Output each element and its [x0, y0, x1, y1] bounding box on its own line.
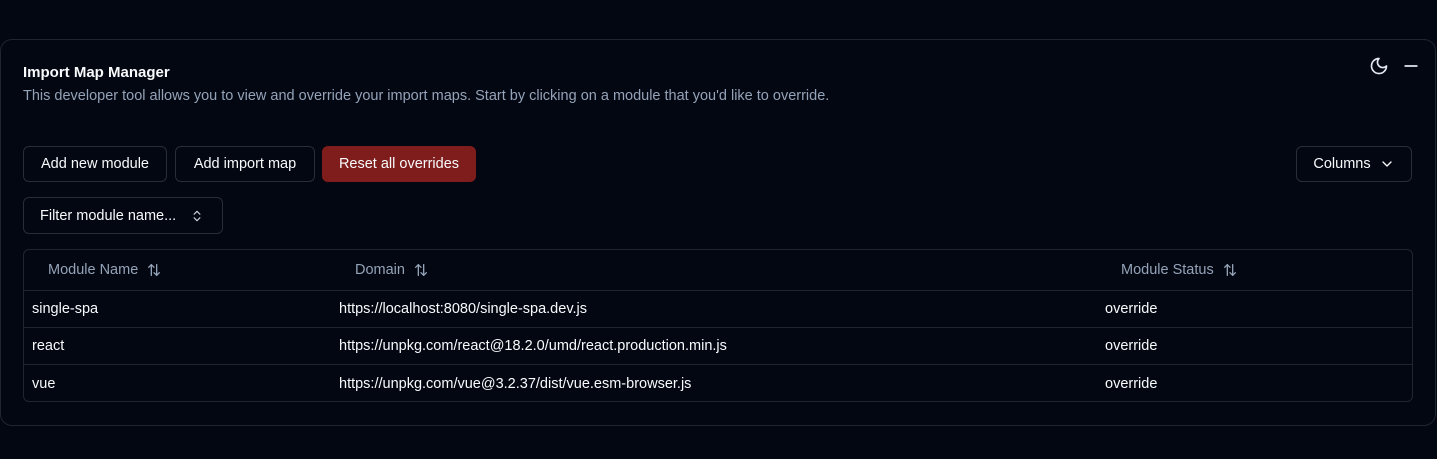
table-row[interactable]: single-spa https://localhost:8080/single… — [24, 291, 1412, 328]
add-import-map-button[interactable]: Add import map — [175, 146, 315, 182]
theme-toggle-button[interactable] — [1367, 54, 1391, 78]
table-row[interactable]: vue https://unpkg.com/vue@3.2.37/dist/vu… — [24, 365, 1412, 401]
table-header-row: Module Name Domain Module Status — [24, 250, 1412, 291]
domain-cell: https://unpkg.com/react@18.2.0/umd/react… — [339, 338, 727, 354]
domain-cell: https://unpkg.com/vue@3.2.37/dist/vue.es… — [339, 375, 692, 392]
column-header-module-name[interactable]: Module Name — [48, 250, 162, 290]
module-name-cell: react — [32, 338, 65, 354]
minus-icon — [1404, 65, 1418, 67]
import-map-manager-panel: Import Map Manager This developer tool a… — [0, 39, 1436, 426]
module-name-cell: vue — [32, 375, 56, 392]
filter-label: Filter module name... — [40, 207, 177, 224]
moon-icon — [1370, 57, 1388, 75]
chevron-down-icon — [1379, 156, 1395, 172]
sort-icon — [413, 262, 429, 278]
column-header-domain[interactable]: Domain — [355, 250, 429, 290]
minimize-button[interactable] — [1399, 54, 1423, 78]
sort-icon — [146, 262, 162, 278]
reset-all-overrides-button[interactable]: Reset all overrides — [322, 146, 476, 182]
module-status-cell: override — [1105, 301, 1158, 317]
domain-cell: https://localhost:8080/single-spa.dev.js — [339, 301, 587, 317]
add-new-module-button[interactable]: Add new module — [23, 146, 167, 182]
columns-dropdown-button[interactable]: Columns — [1296, 146, 1412, 182]
page-title: Import Map Manager — [23, 64, 170, 81]
module-status-cell: override — [1105, 375, 1158, 392]
filter-module-name-combobox[interactable]: Filter module name... — [23, 197, 223, 234]
column-header-module-status[interactable]: Module Status — [1121, 250, 1238, 290]
sort-icon — [1222, 262, 1238, 278]
module-status-cell: override — [1105, 338, 1158, 354]
chevrons-up-down-icon — [190, 208, 204, 224]
table-row[interactable]: react https://unpkg.com/react@18.2.0/umd… — [24, 328, 1412, 365]
columns-label: Columns — [1313, 156, 1371, 172]
module-name-cell: single-spa — [32, 301, 99, 317]
modules-table: Module Name Domain Module Status single-… — [23, 249, 1413, 402]
page-description: This developer tool allows you to view a… — [23, 88, 830, 104]
